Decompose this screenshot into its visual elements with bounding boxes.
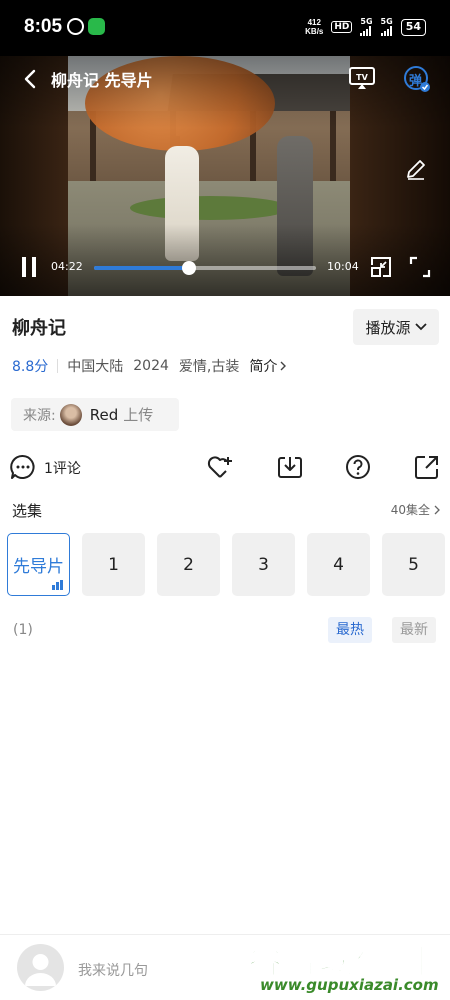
signal-sim1: 5G: [360, 17, 373, 36]
comment-count[interactable]: 1评论: [44, 458, 81, 478]
episode-label: 1: [108, 554, 119, 575]
progress-bar[interactable]: [94, 261, 316, 275]
comment-icon[interactable]: [10, 454, 36, 480]
play-source-button[interactable]: 播放源: [353, 309, 439, 345]
help-icon[interactable]: [345, 454, 371, 480]
chevron-down-icon: [414, 323, 427, 331]
page-count: (1): [13, 622, 33, 638]
sort-newest-button[interactable]: 最新: [392, 617, 436, 643]
uploader-source-label: 来源:: [23, 407, 56, 424]
episode-item-1[interactable]: 1: [82, 533, 145, 596]
cast-tv-icon[interactable]: TV: [348, 66, 376, 90]
comment-input[interactable]: 我来说几句: [78, 960, 148, 980]
network-speed-value: 412: [307, 18, 321, 27]
status-indicators: 412 KB/s HD 5G 5G 54: [305, 15, 426, 39]
show-year: 2024: [133, 358, 169, 374]
back-arrow-icon[interactable]: [20, 68, 42, 90]
video-player[interactable]: 柳舟记 先导片 TV 弹 04:22 10:04: [0, 56, 450, 296]
sim2-label: 5G: [380, 17, 393, 26]
meta-divider: [57, 359, 59, 373]
signal-sim2: 5G: [380, 17, 393, 36]
episode-label: 5: [408, 554, 419, 575]
show-meta: 8.8分 中国大陆 2024 爱情,古装 简介: [12, 356, 287, 376]
user-avatar-icon[interactable]: [17, 944, 64, 991]
danmu-label: 弹: [409, 74, 423, 89]
uploader-chip[interactable]: 来源: Red 上传: [11, 398, 179, 431]
episode-item-4[interactable]: 4: [307, 533, 370, 596]
episode-label: 3: [258, 554, 269, 575]
status-bar: 8:05 412 KB/s HD 5G 5G 54: [0, 0, 450, 56]
wechat-icon: [88, 18, 105, 35]
show-genres: 爱情,古装: [178, 359, 240, 375]
chevron-right-icon: [434, 505, 440, 514]
hd-voice-icon: HD: [331, 21, 353, 33]
episodes-total: 40集全: [390, 503, 430, 517]
pause-icon[interactable]: [20, 256, 38, 278]
episode-item-trailer[interactable]: 先导片: [7, 533, 70, 596]
danmu-toggle-icon[interactable]: 弹: [403, 65, 431, 93]
episode-label: 先导片: [13, 557, 64, 577]
signal-bars-icon: [380, 26, 392, 36]
video-title: 柳舟记 先导片: [51, 71, 153, 90]
intro-link[interactable]: 简介: [249, 356, 287, 376]
uploader-avatar: [59, 403, 82, 426]
network-speed: 412 KB/s: [305, 18, 323, 36]
watermark-logo: 谷普软件园 www.gupuxiazai.com: [247, 928, 446, 996]
episode-item-2[interactable]: 2: [157, 533, 220, 596]
picture-in-picture-icon[interactable]: [370, 256, 392, 278]
show-title: 柳舟记: [12, 318, 66, 339]
sort-hottest-button[interactable]: 最热: [328, 617, 372, 643]
status-time: 8:05: [24, 16, 63, 37]
episode-item-3[interactable]: 3: [232, 533, 295, 596]
uploader-name: Red: [89, 405, 119, 424]
network-speed-unit: KB/s: [305, 27, 324, 36]
episode-label: 2: [183, 554, 194, 575]
episode-item-5[interactable]: 5: [382, 533, 445, 596]
edit-pencil-icon[interactable]: [405, 158, 427, 180]
show-region: 中国大陆: [67, 359, 124, 375]
signal-bars-icon: [360, 26, 372, 36]
share-icon[interactable]: [414, 454, 440, 480]
episodes-heading: 选集: [12, 502, 43, 520]
svg-text:TV: TV: [356, 73, 368, 82]
total-time: 10:04: [327, 260, 359, 273]
watermark-url: www.gupuxiazai.com: [260, 976, 439, 994]
download-icon[interactable]: [277, 454, 303, 480]
uploader-action: 上传: [123, 406, 154, 424]
episode-list: 先导片 1 2 3 4 5: [7, 533, 445, 596]
play-source-label: 播放源: [365, 318, 411, 337]
chevron-right-icon: [280, 361, 287, 371]
episode-label: 4: [333, 554, 344, 575]
current-time: 04:22: [51, 260, 83, 273]
favorite-add-icon[interactable]: [207, 454, 233, 480]
fullscreen-icon[interactable]: [409, 256, 431, 278]
sim1-label: 5G: [360, 17, 373, 26]
app-notification-icon: [67, 18, 84, 35]
all-episodes-link[interactable]: 40集全: [391, 501, 440, 518]
show-score: 8.8分: [12, 359, 49, 375]
now-playing-icon: [52, 580, 63, 590]
intro-label: 简介: [249, 359, 278, 375]
battery-icon: 54: [400, 18, 426, 36]
progress-fill: [94, 266, 190, 270]
